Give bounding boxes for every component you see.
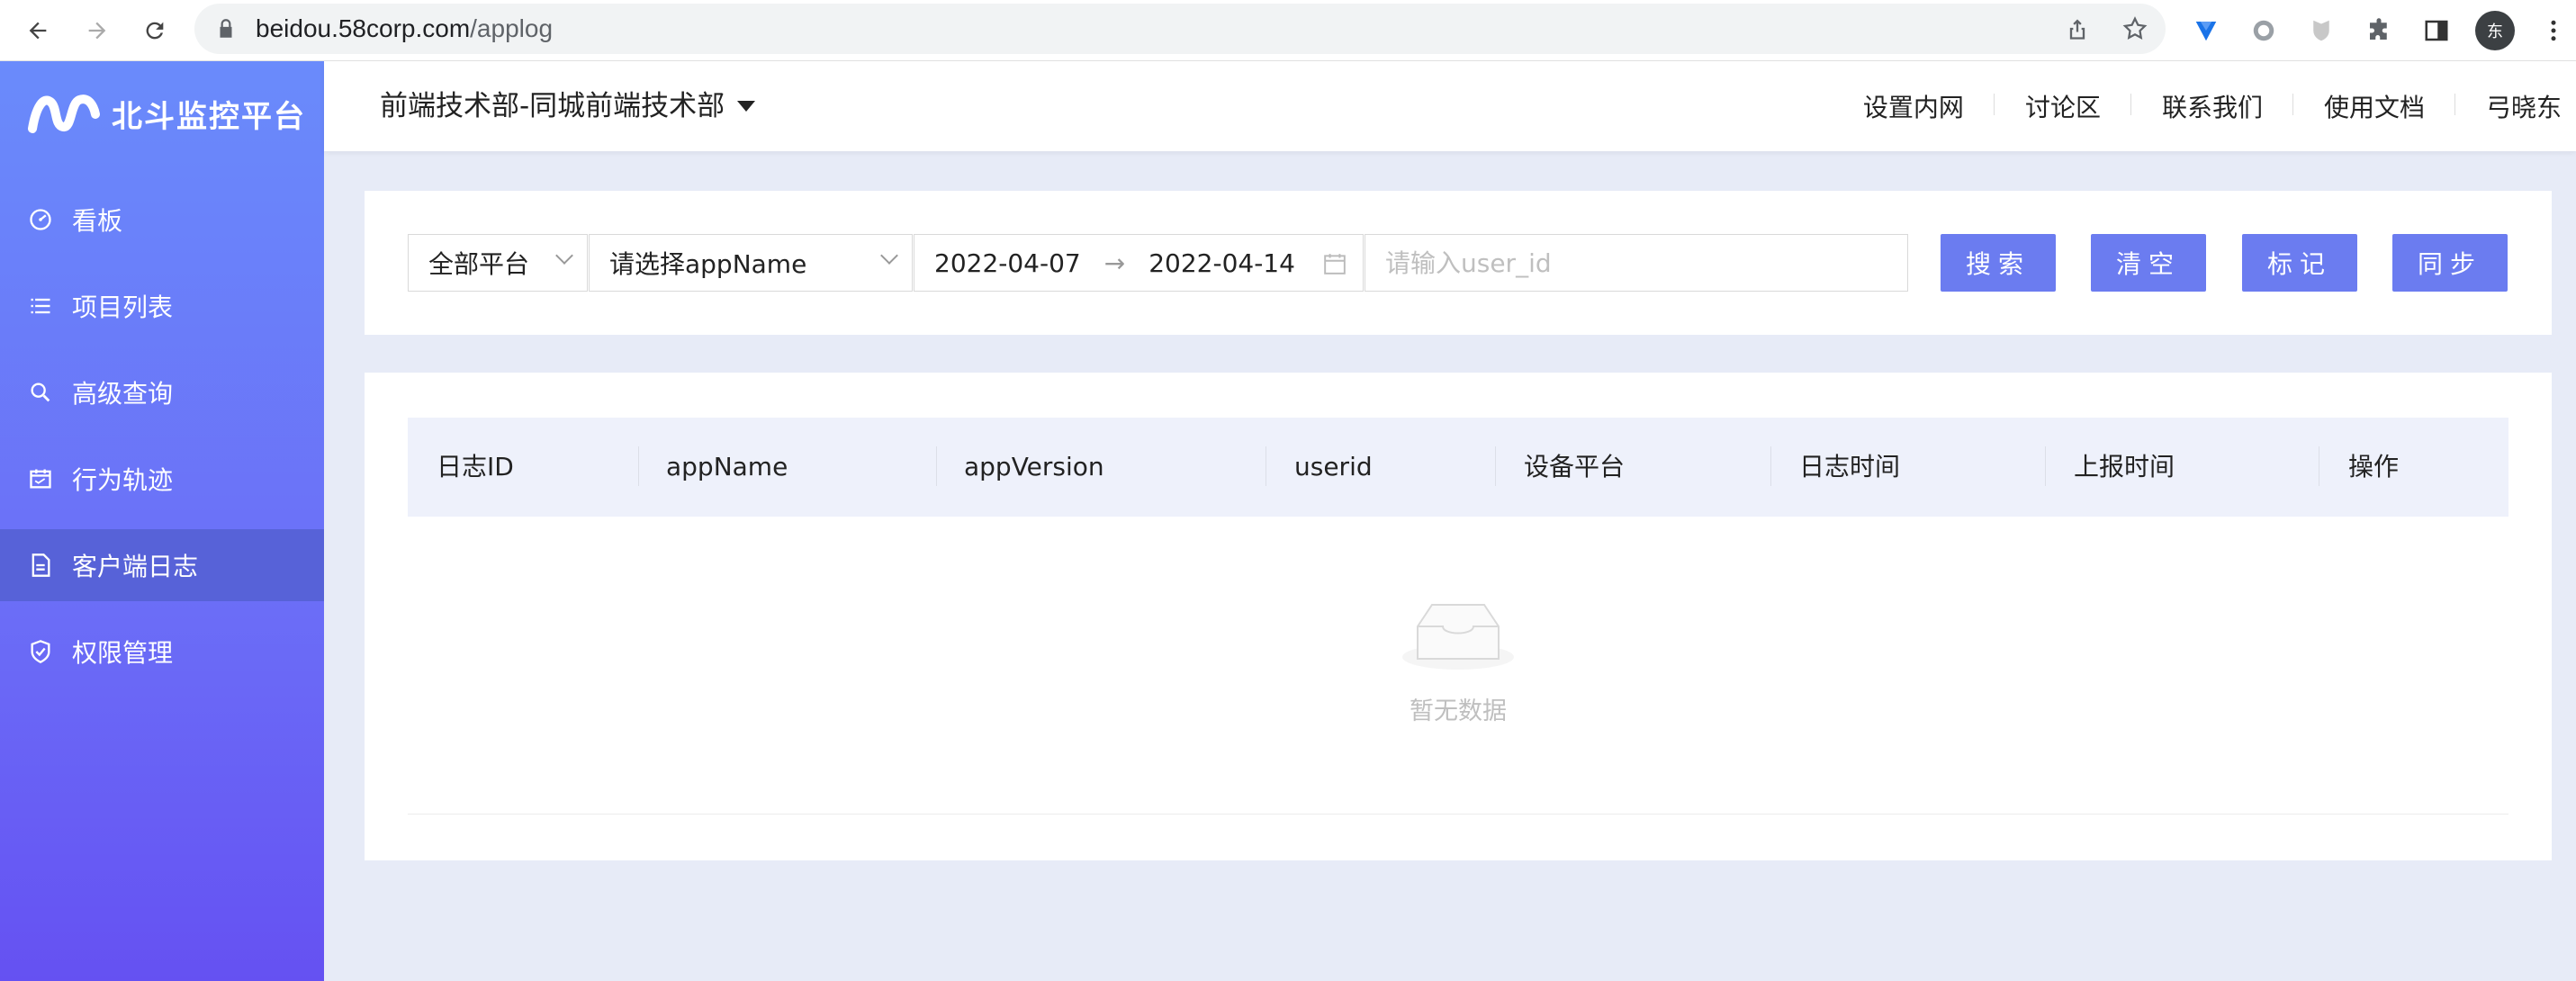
- column-divider: [1265, 446, 1266, 486]
- sidebar: 北斗监控平台 看板 项目列表 高级查询 行为轨迹 客户端日志 权限管理: [0, 61, 324, 981]
- link-discussion[interactable]: 讨论区: [1995, 88, 2131, 124]
- lock-icon: [220, 19, 232, 38]
- column-header-report-time[interactable]: 上报时间: [2074, 418, 2175, 517]
- user-id-input[interactable]: [1385, 235, 1907, 291]
- back-icon[interactable]: [20, 13, 56, 49]
- column-divider: [2045, 446, 2046, 486]
- file-icon: [27, 552, 54, 579]
- reload-icon[interactable]: [137, 13, 173, 49]
- puzzle-icon[interactable]: [2360, 12, 2398, 50]
- shield-check-icon: [27, 638, 54, 665]
- appname-select-placeholder: 请选择appName: [609, 249, 807, 279]
- address-bar[interactable]: beidou.58corp.com/applog: [194, 4, 2166, 54]
- table-header: 日志ID appName appVersion userid 设备平台 日志时间…: [408, 418, 2508, 517]
- calendar-icon: [1324, 254, 1346, 274]
- date-range-arrow: →: [1103, 248, 1126, 278]
- sidebar-item-advanced-search[interactable]: 高级查询: [0, 356, 324, 428]
- empty-inbox-icon: [1402, 604, 1514, 670]
- sidebar-menu: 看板 项目列表 高级查询 行为轨迹 客户端日志 权限管理: [0, 184, 324, 702]
- column-divider: [1495, 446, 1496, 486]
- appname-select[interactable]: 请选择appName: [589, 234, 913, 292]
- url-path: /applog: [470, 14, 554, 42]
- sidebar-item-permissions[interactable]: 权限管理: [0, 616, 324, 688]
- chevron-down-icon: [555, 247, 573, 265]
- department-selector[interactable]: 前端技术部-同城前端技术部: [380, 61, 756, 151]
- url-text: beidou.58corp.com/applog: [256, 4, 553, 54]
- empty-state: 暂无数据: [365, 594, 2552, 726]
- more-menu-icon[interactable]: [2535, 12, 2572, 50]
- date-start[interactable]: 2022-04-07: [934, 248, 1081, 278]
- column-header-appname[interactable]: appName: [666, 418, 788, 517]
- link-docs[interactable]: 使用文档: [2293, 88, 2456, 124]
- profile-avatar[interactable]: 东: [2475, 11, 2515, 50]
- sidebar-item-label: 客户端日志: [72, 552, 199, 581]
- sidebar-item-label: 高级查询: [72, 379, 174, 409]
- extension-diamond-icon[interactable]: [2187, 12, 2225, 50]
- column-divider: [638, 446, 639, 486]
- sync-button[interactable]: 同步: [2392, 234, 2508, 292]
- date-end[interactable]: 2022-04-14: [1148, 248, 1295, 278]
- logo[interactable]: 北斗监控平台: [27, 88, 306, 139]
- column-divider: [1770, 446, 1771, 486]
- sidebar-item-label: 项目列表: [72, 292, 174, 322]
- list-icon: [27, 292, 54, 320]
- column-header-log-time[interactable]: 日志时间: [1799, 418, 1900, 517]
- column-header-log-id[interactable]: 日志ID: [437, 418, 514, 517]
- sidebar-item-label: 看板: [72, 206, 123, 236]
- sidebar-item-projects[interactable]: 项目列表: [0, 270, 324, 342]
- forward-icon[interactable]: [79, 13, 115, 49]
- user-id-field[interactable]: [1365, 234, 1908, 292]
- sidebar-item-label: 行为轨迹: [72, 465, 174, 495]
- log-table: 日志ID appName appVersion userid 设备平台 日志时间…: [365, 373, 2552, 860]
- column-header-userid[interactable]: userid: [1294, 418, 1373, 517]
- side-panel-icon[interactable]: [2418, 12, 2455, 50]
- clear-button[interactable]: 清空: [2091, 234, 2206, 292]
- browser-toolbar: beidou.58corp.com/applog 东: [0, 0, 2576, 61]
- calendar-icon: [27, 465, 54, 492]
- platform-select[interactable]: 全部平台: [408, 234, 588, 292]
- bookmark-star-icon[interactable]: [2117, 11, 2153, 47]
- top-header: 前端技术部-同城前端技术部 设置内网 讨论区 联系我们 使用文档 弓晓东: [324, 61, 2576, 151]
- column-divider: [936, 446, 937, 486]
- logo-text: 北斗监控平台: [112, 98, 306, 135]
- dashboard-icon: [27, 206, 54, 233]
- sidebar-item-behavior-track[interactable]: 行为轨迹: [0, 443, 324, 515]
- search-icon: [27, 379, 54, 406]
- sidebar-item-dashboard[interactable]: 看板: [0, 184, 324, 256]
- url-domain: beidou.58corp.com: [256, 14, 471, 42]
- chevron-down-icon: [880, 247, 898, 265]
- user-name[interactable]: 弓晓东: [2455, 88, 2576, 124]
- extension-shield-icon[interactable]: [2302, 12, 2340, 50]
- search-button[interactable]: 搜索: [1941, 234, 2056, 292]
- share-icon[interactable]: [2059, 11, 2095, 47]
- link-contact-us[interactable]: 联系我们: [2131, 88, 2293, 124]
- logo-icon: [28, 94, 100, 133]
- platform-select-value: 全部平台: [428, 249, 530, 279]
- header-links: 设置内网 讨论区 联系我们 使用文档 弓晓东: [1833, 61, 2576, 151]
- date-range-picker[interactable]: 2022-04-07 → 2022-04-14: [914, 234, 1364, 292]
- column-header-actions[interactable]: 操作: [2348, 418, 2399, 517]
- column-header-device-platform[interactable]: 设备平台: [1524, 418, 1625, 517]
- empty-text: 暂无数据: [1410, 698, 1507, 725]
- sidebar-item-label: 权限管理: [72, 638, 174, 668]
- extension-circle-icon[interactable]: [2245, 12, 2283, 50]
- column-header-appversion[interactable]: appVersion: [964, 418, 1104, 517]
- filter-panel: 全部平台 请选择appName 2022-04-07 → 2022-04-14 …: [365, 191, 2552, 335]
- link-intranet-settings[interactable]: 设置内网: [1833, 88, 1995, 124]
- department-name: 前端技术部-同城前端技术部: [380, 90, 725, 122]
- caret-down-icon: [737, 101, 756, 112]
- sidebar-item-client-log[interactable]: 客户端日志: [0, 529, 324, 601]
- mark-button[interactable]: 标记: [2242, 234, 2357, 292]
